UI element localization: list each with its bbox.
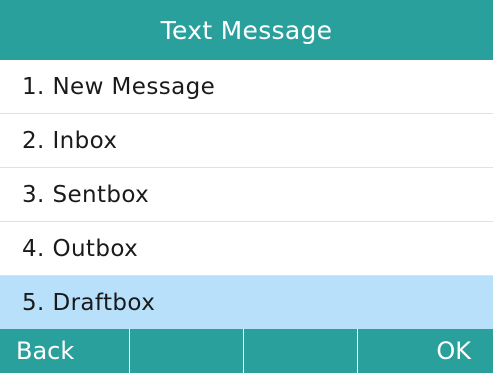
menu-item-draftbox[interactable]: 5. Draftbox bbox=[0, 276, 493, 329]
menu-item-label: 3. Sentbox bbox=[22, 181, 150, 208]
menu-item-label: 2. Inbox bbox=[22, 127, 118, 154]
softkey-3[interactable] bbox=[244, 329, 358, 373]
ok-softkey[interactable]: OK bbox=[358, 329, 493, 373]
text-message-menu: 1. New Message 2. Inbox 3. Sentbox 4. Ou… bbox=[0, 60, 493, 329]
page-title: Text Message bbox=[160, 15, 333, 45]
menu-item-label: 1. New Message bbox=[22, 73, 216, 100]
menu-item-new-message[interactable]: 1. New Message bbox=[0, 60, 493, 114]
back-softkey[interactable]: Back bbox=[0, 329, 130, 373]
phone-screen: Text Message 1. New Message 2. Inbox 3. … bbox=[0, 0, 493, 373]
title-bar: Text Message bbox=[0, 0, 493, 60]
ok-softkey-label: OK bbox=[436, 337, 471, 365]
menu-item-label: 5. Draftbox bbox=[22, 289, 156, 316]
menu-item-label: 4. Outbox bbox=[22, 235, 139, 262]
softkey-bar: Back OK bbox=[0, 329, 493, 373]
menu-item-inbox[interactable]: 2. Inbox bbox=[0, 114, 493, 168]
menu-item-outbox[interactable]: 4. Outbox bbox=[0, 222, 493, 276]
softkey-2[interactable] bbox=[130, 329, 244, 373]
back-softkey-label: Back bbox=[16, 337, 75, 365]
menu-item-sentbox[interactable]: 3. Sentbox bbox=[0, 168, 493, 222]
